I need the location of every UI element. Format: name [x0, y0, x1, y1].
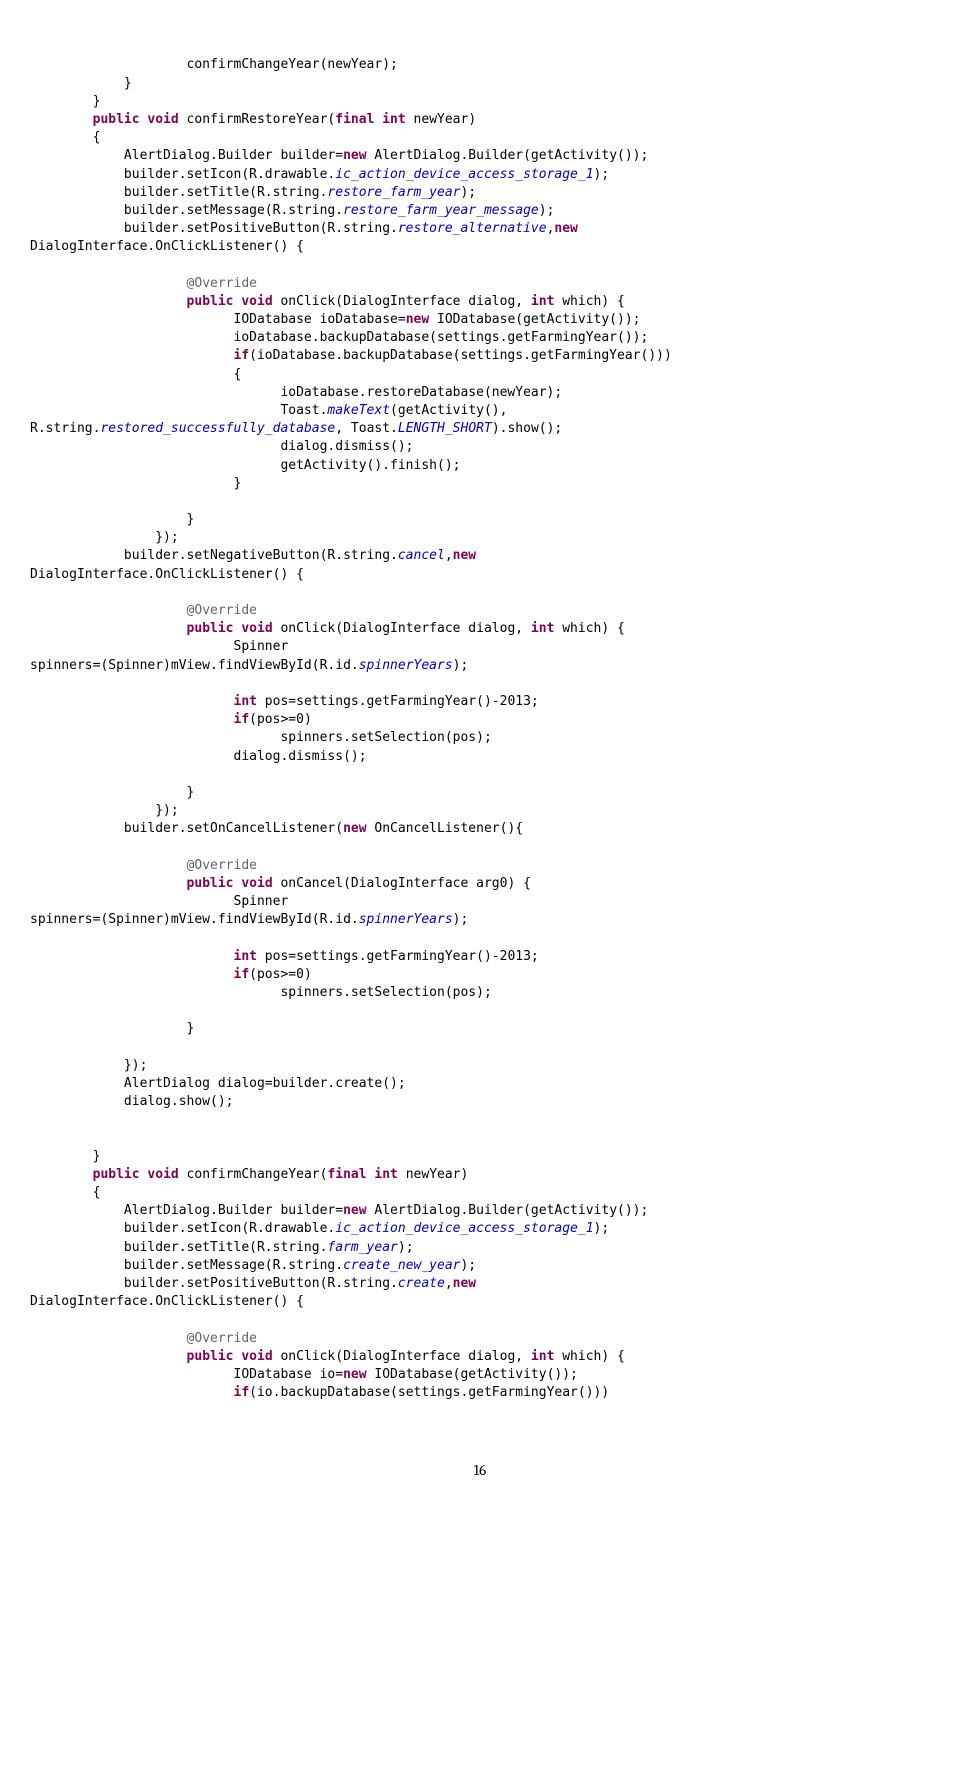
code-line: builder.setIcon(R.drawable.ic_action_dev…	[30, 167, 609, 182]
code-line: }	[30, 76, 132, 91]
code-line: builder.setPositiveButton(R.string.resto…	[30, 221, 578, 236]
code-line: public void onClick(DialogInterface dial…	[30, 621, 625, 636]
code-line: dialog.dismiss();	[30, 749, 367, 764]
code-line: {	[30, 130, 100, 145]
code-line: int pos=settings.getFarmingYear()-2013;	[30, 694, 539, 709]
code-line: if(pos>=0)	[30, 967, 312, 982]
code-line: public void confirmChangeYear(final int …	[30, 1167, 468, 1182]
code-line: public void confirmRestoreYear(final int…	[30, 112, 476, 127]
code-line: builder.setMessage(R.string.restore_farm…	[30, 203, 554, 218]
code-line: builder.setMessage(R.string.create_new_y…	[30, 1258, 476, 1273]
code-line: getActivity().finish();	[30, 458, 460, 473]
code-line: AlertDialog.Builder builder=new AlertDia…	[30, 148, 648, 163]
code-line: builder.setPositiveButton(R.string.creat…	[30, 1276, 476, 1291]
code-line: IODatabase io=new IODatabase(getActivity…	[30, 1367, 578, 1382]
code-line: @Override	[30, 603, 257, 618]
code-line: builder.setIcon(R.drawable.ic_action_dev…	[30, 1221, 609, 1236]
code-line: AlertDialog.Builder builder=new AlertDia…	[30, 1203, 648, 1218]
code-line: builder.setTitle(R.string.restore_farm_y…	[30, 185, 476, 200]
code-line: builder.setOnCancelListener(new OnCancel…	[30, 821, 523, 836]
code-line: }	[30, 94, 100, 109]
code-line: ioDatabase.backupDatabase(settings.getFa…	[30, 330, 648, 345]
code-line: public void onCancel(DialogInterface arg…	[30, 876, 531, 891]
code-line: if(pos>=0)	[30, 712, 312, 727]
code-line: builder.setTitle(R.string.farm_year);	[30, 1240, 414, 1255]
code-block: confirmChangeYear(newYear); } } public v…	[30, 56, 930, 1402]
code-line: {	[30, 367, 241, 382]
code-line: }	[30, 1149, 100, 1164]
code-line: Toast.makeText(getActivity(),	[30, 403, 507, 418]
code-line: spinners.setSelection(pos);	[30, 985, 492, 1000]
code-line: DialogInterface.OnClickListener() {	[30, 567, 304, 582]
code-line: Spinner	[30, 894, 288, 909]
page-number: 16	[30, 1460, 930, 1481]
code-line: @Override	[30, 276, 257, 291]
code-line: @Override	[30, 858, 257, 873]
code-line: spinners.setSelection(pos);	[30, 730, 492, 745]
code-line: if(ioDatabase.backupDatabase(settings.ge…	[30, 348, 672, 363]
code-line: });	[30, 1058, 147, 1073]
code-line: }	[30, 1021, 194, 1036]
code-line: if(io.backupDatabase(settings.getFarming…	[30, 1385, 609, 1400]
code-line: IODatabase ioDatabase=new IODatabase(get…	[30, 312, 641, 327]
code-line: confirmChangeYear(newYear);	[30, 57, 398, 72]
code-line: }	[30, 476, 241, 491]
code-line: builder.setNegativeButton(R.string.cance…	[30, 548, 476, 563]
code-line: int pos=settings.getFarmingYear()-2013;	[30, 949, 539, 964]
code-line: DialogInterface.OnClickListener() {	[30, 239, 304, 254]
code-line: public void onClick(DialogInterface dial…	[30, 294, 625, 309]
code-line: public void onClick(DialogInterface dial…	[30, 1349, 625, 1364]
code-line: AlertDialog dialog=builder.create();	[30, 1076, 406, 1091]
code-line: }	[30, 785, 194, 800]
code-line: {	[30, 1185, 100, 1200]
code-line: Spinner	[30, 639, 288, 654]
code-line: }	[30, 512, 194, 527]
code-line: });	[30, 530, 179, 545]
code-line: spinners=(Spinner)mView.findViewById(R.i…	[30, 658, 468, 673]
code-line: DialogInterface.OnClickListener() {	[30, 1294, 304, 1309]
code-line: dialog.dismiss();	[30, 439, 414, 454]
code-line: });	[30, 803, 179, 818]
code-line: dialog.show();	[30, 1094, 234, 1109]
code-line: @Override	[30, 1331, 257, 1346]
code-line: R.string.restored_successfully_database,…	[30, 421, 562, 436]
code-line: spinners=(Spinner)mView.findViewById(R.i…	[30, 912, 468, 927]
code-line: ioDatabase.restoreDatabase(newYear);	[30, 385, 562, 400]
